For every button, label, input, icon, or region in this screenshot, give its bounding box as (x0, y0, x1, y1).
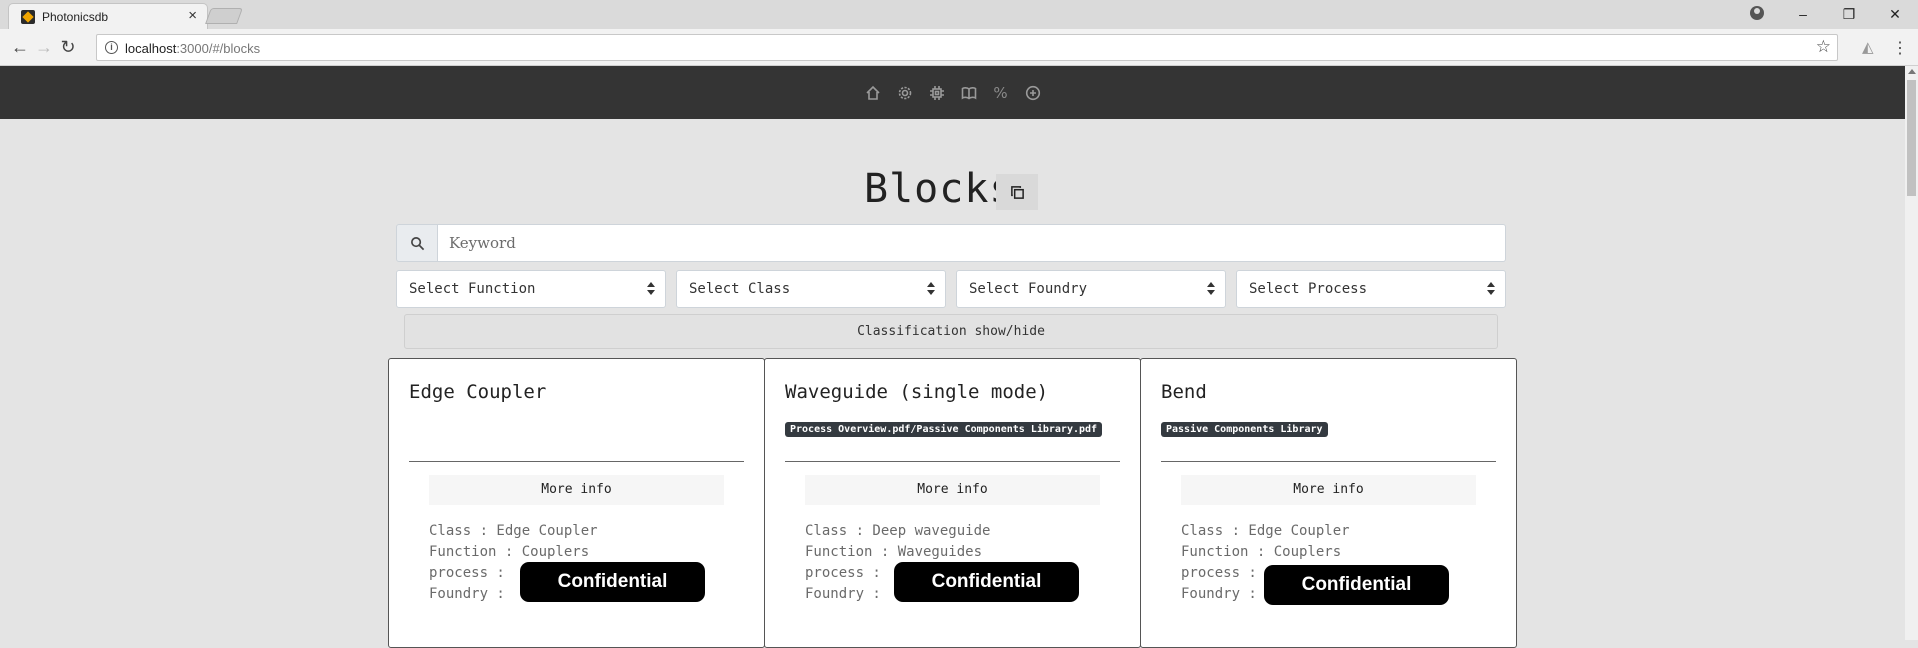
confidential-redaction: Confidential (1264, 565, 1449, 605)
function-line: Function : Couplers (429, 544, 590, 560)
percent-icon[interactable]: % (992, 84, 1010, 102)
home-icon[interactable] (864, 84, 882, 102)
block-card: Waveguide (single mode) Process Overview… (764, 358, 1141, 648)
extension-icon[interactable]: ◭ (1862, 38, 1874, 56)
app-navbar: % (0, 66, 1905, 119)
copy-button[interactable] (996, 174, 1038, 210)
browser-tab[interactable]: Photonicsdb × (8, 3, 208, 29)
page-title: Blocks (864, 166, 1015, 212)
minimize-button[interactable]: – (1780, 6, 1826, 22)
add-icon[interactable] (1024, 84, 1042, 102)
card-divider (409, 461, 744, 462)
class-line: Class : Edge Coupler (429, 523, 598, 539)
scrollbar-thumb[interactable] (1907, 80, 1916, 196)
card-title: Waveguide (single mode) (785, 381, 1049, 403)
more-info-button[interactable]: More info (805, 475, 1100, 505)
card-divider (785, 461, 1120, 462)
class-select-label: Select Class (689, 281, 791, 297)
url-host: localhost (125, 41, 177, 56)
browser-tab-bar: Photonicsdb × – ❐ ✕ (0, 0, 1918, 29)
address-bar[interactable]: i localhost:3000/#/blocks ☆ (96, 34, 1838, 61)
menu-kebab-icon[interactable]: ⋮ (1892, 38, 1908, 58)
window-controls: – ❐ ✕ (1734, 0, 1918, 28)
classification-toggle-button[interactable]: Classification show/hide (404, 314, 1498, 349)
class-select[interactable]: Select Class (676, 270, 946, 308)
select-caret-icon (1207, 282, 1215, 296)
process-select-label: Select Process (1249, 281, 1368, 297)
document-badge[interactable]: Process Overview.pdf/Passive Components … (785, 422, 1103, 437)
function-line: Function : Couplers (1181, 544, 1342, 560)
settings-icon[interactable] (896, 84, 914, 102)
foundry-select-label: Select Foundry (969, 281, 1088, 297)
bookmark-star-icon[interactable]: ☆ (1816, 37, 1831, 57)
function-select-label: Select Function (409, 281, 536, 297)
confidential-redaction: Confidential (894, 562, 1079, 602)
forward-button[interactable]: → (32, 35, 56, 59)
info-icon[interactable]: i (105, 41, 118, 54)
document-badge[interactable]: Passive Components Library (1161, 422, 1328, 437)
class-line: Class : Deep waveguide (805, 523, 991, 539)
search-icon (396, 224, 438, 262)
select-caret-icon (927, 282, 935, 296)
favicon-icon (21, 10, 35, 24)
url-path: :3000/#/blocks (176, 41, 261, 56)
search-input[interactable] (438, 224, 1506, 262)
block-card: Edge Coupler More info Class : Edge Coup… (388, 358, 765, 648)
more-info-button[interactable]: More info (429, 475, 724, 505)
close-window-button[interactable]: ✕ (1872, 6, 1918, 23)
function-line: Function : Waveguides (805, 544, 983, 560)
more-info-button[interactable]: More info (1181, 475, 1476, 505)
block-card: Bend Passive Components Library More inf… (1140, 358, 1517, 648)
select-caret-icon (1487, 282, 1495, 296)
function-select[interactable]: Select Function (396, 270, 666, 308)
class-line: Class : Edge Coupler (1181, 523, 1350, 539)
scroll-up-icon[interactable] (1908, 69, 1916, 74)
process-select[interactable]: Select Process (1236, 270, 1506, 308)
confidential-redaction: Confidential (520, 562, 705, 602)
copy-icon (1010, 185, 1024, 199)
new-tab-button[interactable] (205, 8, 243, 24)
page-scrollbar[interactable] (1905, 66, 1918, 640)
url-text: localhost:3000/#/blocks (125, 41, 260, 56)
browser-toolbar: ← → ↻ i localhost:3000/#/blocks ☆ ◭ ⋮ (0, 29, 1918, 66)
card-title: Bend (1161, 381, 1207, 403)
reload-button[interactable]: ↻ (56, 35, 80, 59)
profile-icon (1750, 5, 1764, 20)
book-icon[interactable] (960, 84, 978, 102)
profile-button[interactable] (1734, 5, 1780, 23)
back-button[interactable]: ← (8, 35, 32, 59)
tab-close-icon[interactable]: × (188, 7, 197, 24)
chip-icon[interactable] (928, 84, 946, 102)
select-caret-icon (647, 282, 655, 296)
card-title: Edge Coupler (409, 381, 547, 403)
tab-title: Photonicsdb (42, 10, 109, 24)
foundry-select[interactable]: Select Foundry (956, 270, 1226, 308)
card-divider (1161, 461, 1496, 462)
restore-button[interactable]: ❐ (1826, 6, 1872, 23)
search-group (396, 224, 1506, 262)
